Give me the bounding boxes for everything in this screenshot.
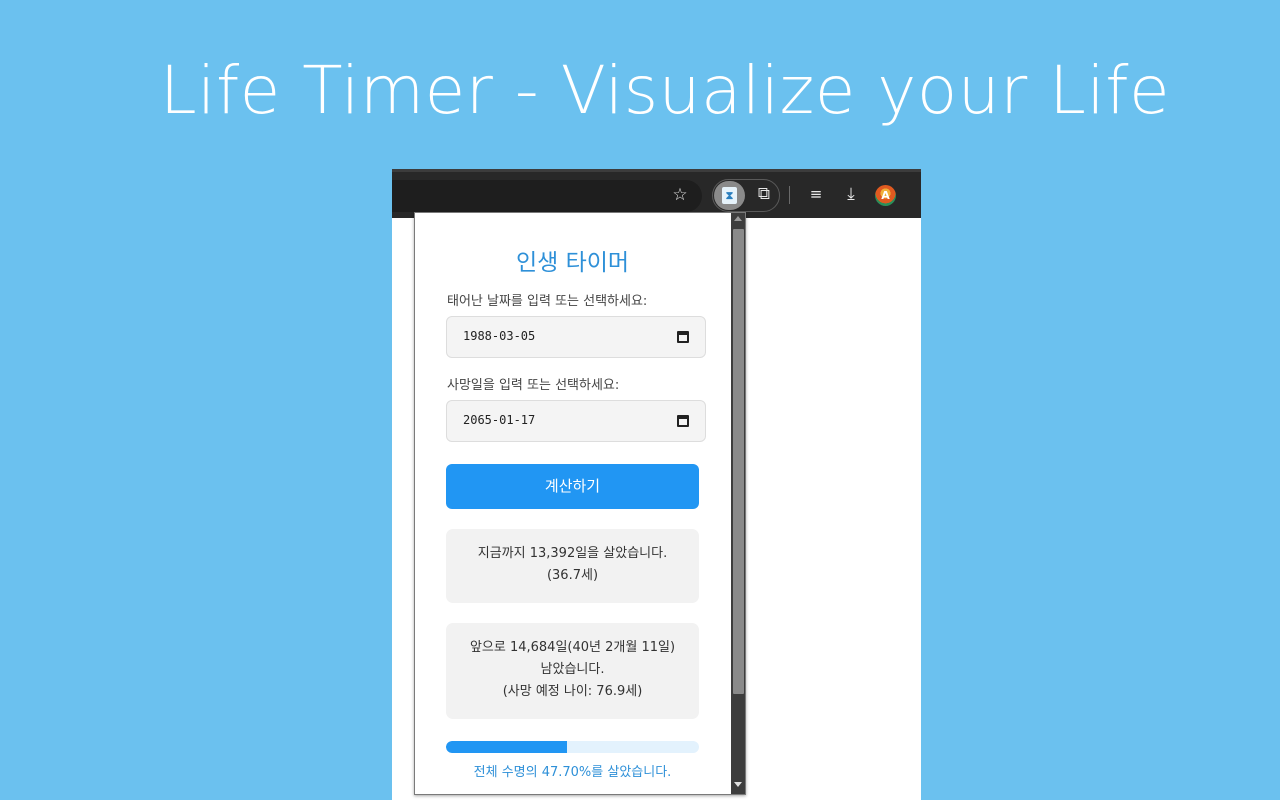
life-progress-bar bbox=[446, 741, 699, 753]
extension-popup: 인생 타이머 태어난 날짜를 입력 또는 선택하세요: 1988-03-05 사… bbox=[414, 212, 746, 795]
hourglass-icon: ⧗ bbox=[722, 187, 737, 204]
browser-toolbar: ☆ ⧗ ⧉ ≡ ⤓ A ⋮ bbox=[392, 169, 921, 218]
address-bar[interactable] bbox=[392, 180, 702, 212]
progress-text: 전체 수명의 47.70%를 살았습니다. bbox=[473, 765, 672, 780]
download-icon[interactable]: ⤓ bbox=[840, 184, 862, 206]
expected-age-text: (사망 예정 나이: 76.9세) bbox=[502, 684, 643, 699]
calendar-icon[interactable] bbox=[677, 415, 689, 427]
death-date-value: 2065-01-17 bbox=[463, 413, 536, 427]
puzzle-icon[interactable]: ⧉ bbox=[753, 184, 775, 206]
calendar-icon[interactable] bbox=[677, 331, 689, 343]
toolbar-divider bbox=[789, 186, 790, 204]
birth-date-label: 태어난 날짜를 입력 또는 선택하세요: bbox=[447, 294, 648, 309]
more-menu-icon[interactable]: ⋮ bbox=[915, 186, 921, 206]
avatar[interactable]: A bbox=[875, 185, 896, 206]
scroll-up-arrow-icon[interactable] bbox=[734, 216, 742, 221]
remaining-suffix-text: 남았습니다. bbox=[540, 662, 605, 677]
lived-age-text: (36.7세) bbox=[546, 568, 599, 583]
remaining-days-text: 앞으로 14,684일(40년 2개월 11일) bbox=[469, 640, 676, 655]
popup-scrollbar[interactable] bbox=[731, 213, 745, 794]
star-icon[interactable]: ☆ bbox=[669, 185, 691, 207]
death-date-input[interactable]: 2065-01-17 bbox=[446, 400, 706, 442]
scroll-down-arrow-icon[interactable] bbox=[734, 782, 742, 787]
lived-result: 지금까지 13,392일을 살았습니다. (36.7세) bbox=[446, 529, 699, 603]
scrollbar-thumb[interactable] bbox=[733, 229, 744, 694]
death-date-label: 사망일을 입력 또는 선택하세요: bbox=[447, 378, 620, 393]
birth-date-input[interactable]: 1988-03-05 bbox=[446, 316, 706, 358]
calculate-button[interactable]: 계산하기 bbox=[446, 464, 699, 509]
popup-title: 인생 타이머 bbox=[515, 250, 630, 276]
birth-date-value: 1988-03-05 bbox=[463, 329, 536, 343]
lived-days-text: 지금까지 13,392일을 살았습니다. bbox=[477, 546, 668, 561]
remaining-result: 앞으로 14,684일(40년 2개월 11일) 남았습니다. (사망 예정 나… bbox=[446, 623, 699, 719]
media-controls-icon[interactable]: ≡ bbox=[805, 184, 827, 206]
page-headline: Life Timer - Visualize your Life bbox=[159, 52, 1171, 129]
life-progress-fill bbox=[446, 741, 567, 753]
